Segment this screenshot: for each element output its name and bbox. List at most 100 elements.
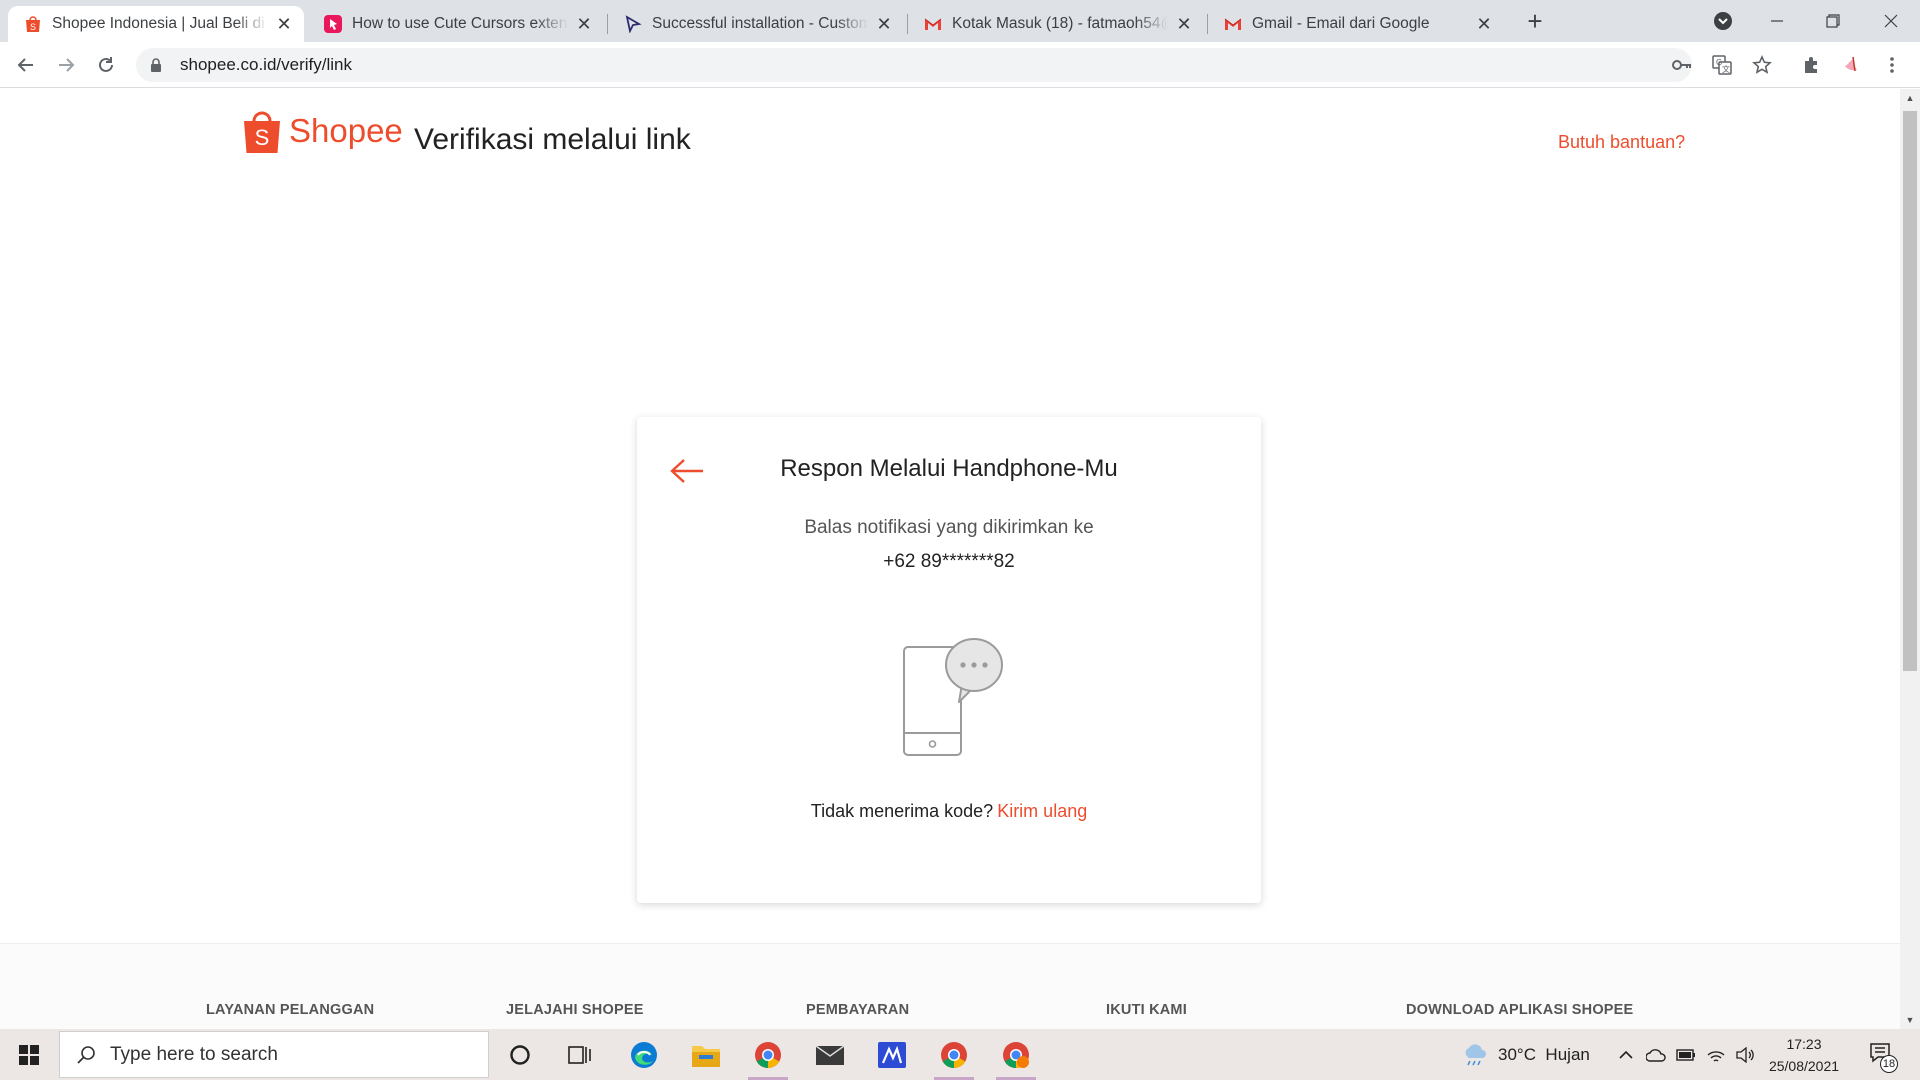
- battery-button[interactable]: [1672, 1029, 1700, 1080]
- taskbar-chrome-3[interactable]: [990, 1029, 1042, 1080]
- tab-title: Gmail - Email dari Google: [1252, 15, 1430, 32]
- masked-phone-number: +62 89*******82: [883, 551, 1015, 572]
- shopee-logo[interactable]: S Shopee: [241, 107, 403, 155]
- footer-heading-download-app: DOWNLOAD APLIKASI SHOPEE: [1406, 1002, 1634, 1018]
- scrollbar-thumb[interactable]: [1903, 111, 1917, 671]
- site-header: S Shopee Verifikasi melalui link Butuh b…: [0, 89, 1900, 193]
- translate-button[interactable]: G文: [1706, 49, 1738, 81]
- restore-button[interactable]: [1808, 0, 1858, 42]
- edge-icon: [631, 1041, 657, 1068]
- svg-text:S: S: [255, 125, 270, 150]
- key-icon: [1672, 60, 1691, 70]
- close-icon: [1884, 14, 1898, 28]
- cursor-extension-button[interactable]: [1836, 49, 1868, 81]
- taskbar-file-explorer[interactable]: [680, 1029, 732, 1080]
- card-title: Respon Melalui Handphone-Mu: [780, 455, 1118, 482]
- system-clock[interactable]: 17:23 25/08/2021: [1764, 1033, 1844, 1077]
- close-tab-icon[interactable]: ✕: [274, 14, 294, 34]
- taskbar-edge[interactable]: [618, 1029, 670, 1080]
- app-m-icon: [878, 1041, 906, 1068]
- card-subtitle: Balas notifikasi yang dikirimkan ke: [804, 517, 1094, 538]
- close-tab-icon[interactable]: ✕: [1174, 14, 1194, 34]
- resend-row: Tidak menerima kode? Kirim ulang: [637, 801, 1261, 822]
- volume-button[interactable]: [1732, 1029, 1760, 1080]
- resend-link[interactable]: Kirim ulang: [997, 801, 1087, 821]
- task-view-button[interactable]: [556, 1029, 604, 1080]
- windows-taskbar: Type here to search 30°C Hujan 17:23 25/…: [0, 1029, 1920, 1080]
- scroll-up-arrow-icon[interactable]: ▲: [1900, 89, 1920, 107]
- page-scrollbar[interactable]: ▲ ▼: [1900, 89, 1920, 1029]
- chrome-icon: [755, 1041, 781, 1068]
- verification-card: Respon Melalui Handphone-Mu Balas notifi…: [637, 417, 1261, 903]
- password-key-button[interactable]: [1666, 49, 1698, 81]
- gmail-icon: [924, 15, 942, 33]
- new-tab-button[interactable]: +: [1520, 6, 1550, 36]
- phone-notification-icon: [903, 638, 1003, 756]
- svg-text:S: S: [30, 22, 36, 32]
- search-icon: [77, 1045, 95, 1064]
- speaker-icon: [1736, 1046, 1754, 1063]
- main-content: Respon Melalui Handphone-Mu Balas notifi…: [0, 193, 1900, 943]
- star-icon: [1752, 55, 1772, 74]
- start-button[interactable]: [0, 1029, 58, 1080]
- close-tab-icon[interactable]: ✕: [574, 14, 594, 34]
- gmail-icon: [1224, 15, 1242, 33]
- chrome-icon: [1003, 1041, 1029, 1068]
- close-window-button[interactable]: [1866, 0, 1916, 42]
- taskbar-search-box[interactable]: Type here to search: [59, 1031, 489, 1078]
- minimize-button[interactable]: [1752, 0, 1802, 42]
- resend-prompt: Tidak menerima kode?: [810, 801, 994, 821]
- cursor-arrow-icon: [624, 15, 642, 33]
- tab-gmail-inbox[interactable]: Kotak Masuk (18) - fatmaoh54@gmail.com ✕: [908, 6, 1204, 42]
- footer-heading-customer-service: LAYANAN PELANGGAN: [206, 1002, 375, 1018]
- address-bar[interactable]: shopee.co.id/verify/link: [136, 48, 1692, 82]
- rain-cloud-icon: [1465, 1043, 1486, 1065]
- footer-heading-payment: PEMBAYARAN: [806, 1002, 910, 1018]
- chrome-icon: [941, 1041, 967, 1068]
- close-tab-icon[interactable]: ✕: [1474, 14, 1494, 34]
- help-link[interactable]: Butuh bantuan?: [1558, 132, 1685, 153]
- onedrive-button[interactable]: [1642, 1029, 1670, 1080]
- tab-title: Successful installation - Custom Cursor: [652, 15, 868, 32]
- notification-center-button[interactable]: 18: [1860, 1029, 1904, 1080]
- tab-gmail[interactable]: Gmail - Email dari Google ✕: [1208, 6, 1504, 42]
- tab-title: Kotak Masuk (18) - fatmaoh54@gmail.com: [952, 15, 1168, 32]
- bookmark-button[interactable]: [1746, 49, 1778, 81]
- close-tab-icon[interactable]: ✕: [874, 14, 894, 34]
- back-button[interactable]: [10, 49, 42, 81]
- chevron-down-icon: [1714, 12, 1732, 30]
- taskbar-chrome-1[interactable]: [742, 1029, 794, 1080]
- network-button[interactable]: [1702, 1029, 1730, 1080]
- wifi-icon: [1707, 1050, 1725, 1062]
- weather-widget[interactable]: 30°C Hujan: [1462, 1029, 1602, 1080]
- footer-heading-explore: JELAJAHI SHOPEE: [506, 1002, 644, 1018]
- weather-text: 30°C Hujan: [1498, 1044, 1590, 1064]
- tab-custom-cursor[interactable]: Successful installation - Custom Cursor …: [608, 6, 904, 42]
- taskbar-mail[interactable]: [804, 1029, 856, 1080]
- arrow-right-icon: [59, 58, 75, 72]
- show-hidden-icons-button[interactable]: [1614, 1029, 1638, 1080]
- notification-count-badge: 18: [1880, 1055, 1898, 1073]
- cortana-button[interactable]: [496, 1029, 544, 1080]
- extensions-button[interactable]: [1796, 49, 1828, 81]
- taskbar-app-m[interactable]: [866, 1029, 918, 1080]
- windows-logo-icon: [19, 1044, 39, 1065]
- web-page: S Shopee Verifikasi melalui link Butuh b…: [0, 89, 1900, 1029]
- scroll-down-arrow-icon[interactable]: ▼: [1900, 1011, 1920, 1029]
- tab-strip: S Shopee Indonesia | Jual Beli di Ponsel…: [0, 0, 1920, 42]
- forward-button[interactable]: [50, 49, 82, 81]
- taskbar-chrome-2[interactable]: [928, 1029, 980, 1080]
- tab-cute-cursors[interactable]: How to use Cute Cursors extension ✕: [308, 6, 604, 42]
- translate-icon: G文: [1712, 55, 1732, 75]
- lock-icon: [150, 58, 164, 72]
- tab-shopee[interactable]: S Shopee Indonesia | Jual Beli di Ponsel…: [8, 6, 304, 42]
- tab-search-button[interactable]: [1698, 0, 1748, 42]
- clock-date: 25/08/2021: [1768, 1058, 1840, 1074]
- cute-cursors-icon: [324, 15, 342, 33]
- puzzle-icon: [1805, 57, 1817, 73]
- battery-icon: [1676, 1048, 1695, 1061]
- reload-button[interactable]: [90, 49, 122, 81]
- browser-menu-button[interactable]: [1876, 49, 1908, 81]
- shopee-bag-icon: S: [24, 15, 42, 33]
- mail-envelope-icon: [815, 1044, 845, 1065]
